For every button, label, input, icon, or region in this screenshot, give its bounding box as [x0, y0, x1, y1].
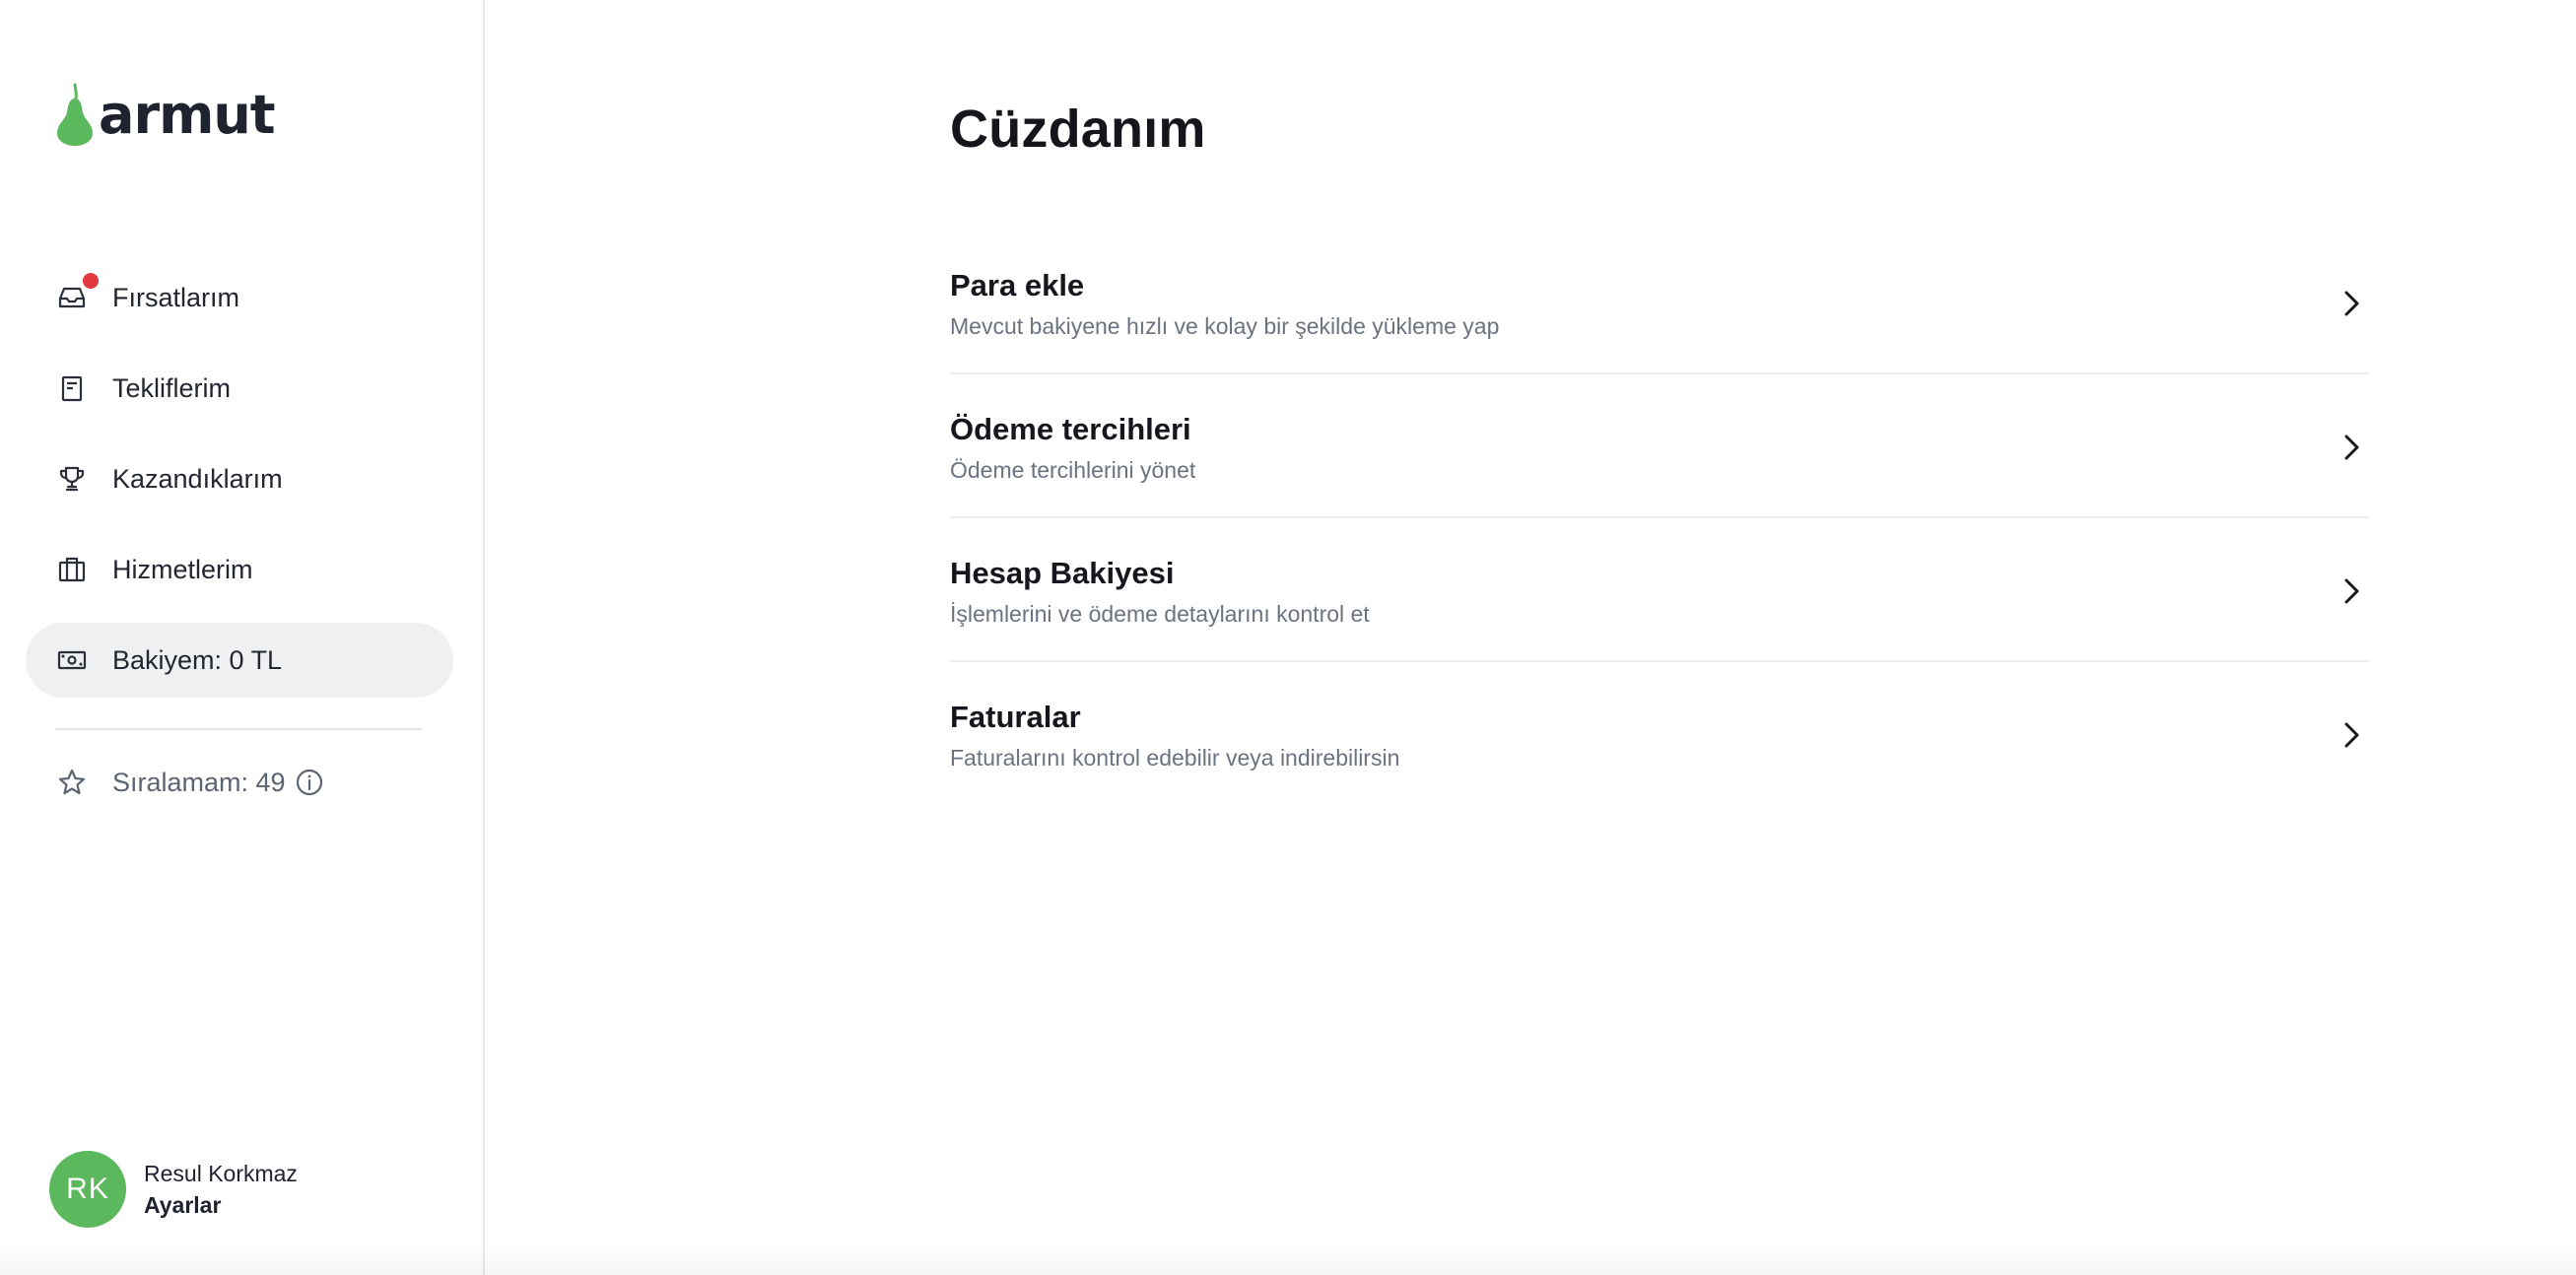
menu-item-subtitle: Ödeme tercihlerini yönet [950, 457, 1196, 483]
menu-item-odeme-tercihleri[interactable]: Ödeme tercihleri Ödeme tercihlerini yöne… [950, 374, 2369, 518]
star-icon [55, 766, 89, 799]
sidebar-item-label: Bakiyem: 0 TL [112, 644, 283, 675]
sidebar-item-kazandiklarim[interactable]: Kazandıklarım [26, 441, 453, 516]
avatar[interactable]: RK [49, 1151, 126, 1228]
page-title: Cüzdanım [950, 100, 1206, 159]
menu-item-hesap-bakiyesi[interactable]: Hesap Bakiyesi İşlemlerini ve ödeme deta… [950, 518, 2369, 662]
chevron-right-icon [2344, 722, 2359, 748]
menu-item-title: Ödeme tercihleri [950, 412, 1191, 446]
money-icon [55, 643, 89, 677]
inbox-icon [55, 273, 99, 314]
notification-dot [83, 273, 99, 289]
armut-logo[interactable]: armut [55, 77, 276, 146]
sidebar-item-hizmetlerim[interactable]: Hizmetlerim [26, 532, 453, 607]
chevron-right-icon [2344, 291, 2359, 316]
sidebar: armut Fırsatlarım Tekliflerim Kazandıkla… [0, 0, 485, 1275]
briefcase-icon [55, 553, 89, 586]
sidebar-item-label: Hizmetlerim [112, 554, 253, 584]
menu-item-para-ekle[interactable]: Para ekle Mevcut bakiyene hızlı ve kolay… [950, 231, 2369, 374]
menu-item-subtitle: İşlemlerini ve ödeme detaylarını kontrol… [950, 601, 1370, 627]
user-name: Resul Korkmaz [144, 1161, 298, 1186]
menu-item-title: Hesap Bakiyesi [950, 556, 1175, 590]
settings-link[interactable]: Ayarlar [144, 1189, 298, 1221]
info-icon[interactable] [294, 767, 325, 798]
sidebar-item-label: Fırsatlarım [112, 282, 240, 312]
sidebar-nav: Fırsatlarım Tekliflerim Kazandıklarım Hi… [26, 260, 453, 713]
sidebar-divider [55, 728, 422, 730]
document-icon [55, 371, 89, 405]
sidebar-item-bakiyem[interactable]: Bakiyem: 0 TL [26, 623, 453, 698]
menu-item-subtitle: Faturalarını kontrol edebilir veya indir… [950, 745, 1400, 771]
menu-item-faturalar[interactable]: Faturalar Faturalarını kontrol edebilir … [950, 662, 2369, 806]
menu-item-title: Para ekle [950, 268, 1085, 302]
brand-name: armut [99, 84, 276, 146]
user-profile[interactable]: RK Resul Korkmaz Ayarlar [49, 1151, 298, 1228]
sidebar-item-tekliflerim[interactable]: Tekliflerim [26, 351, 453, 426]
ranking-label: Sıralamam: 49 [112, 767, 286, 797]
sidebar-item-label: Kazandıklarım [112, 463, 283, 494]
wallet-menu: Para ekle Mevcut bakiyene hızlı ve kolay… [950, 231, 2369, 806]
chevron-right-icon [2344, 578, 2359, 604]
user-text: Resul Korkmaz Ayarlar [144, 1158, 298, 1221]
menu-item-title: Faturalar [950, 700, 1081, 734]
app-window: armut Fırsatlarım Tekliflerim Kazandıkla… [0, 0, 2576, 1275]
sidebar-item-firsatlarim[interactable]: Fırsatlarım [26, 260, 453, 335]
pear-icon [57, 83, 93, 146]
chevron-right-icon [2344, 435, 2359, 460]
trophy-icon [55, 462, 89, 496]
menu-item-subtitle: Mevcut bakiyene hızlı ve kolay bir şekil… [950, 313, 1500, 339]
sidebar-item-label: Tekliflerim [112, 372, 232, 403]
ranking-row: Sıralamam: 49 [55, 759, 325, 806]
